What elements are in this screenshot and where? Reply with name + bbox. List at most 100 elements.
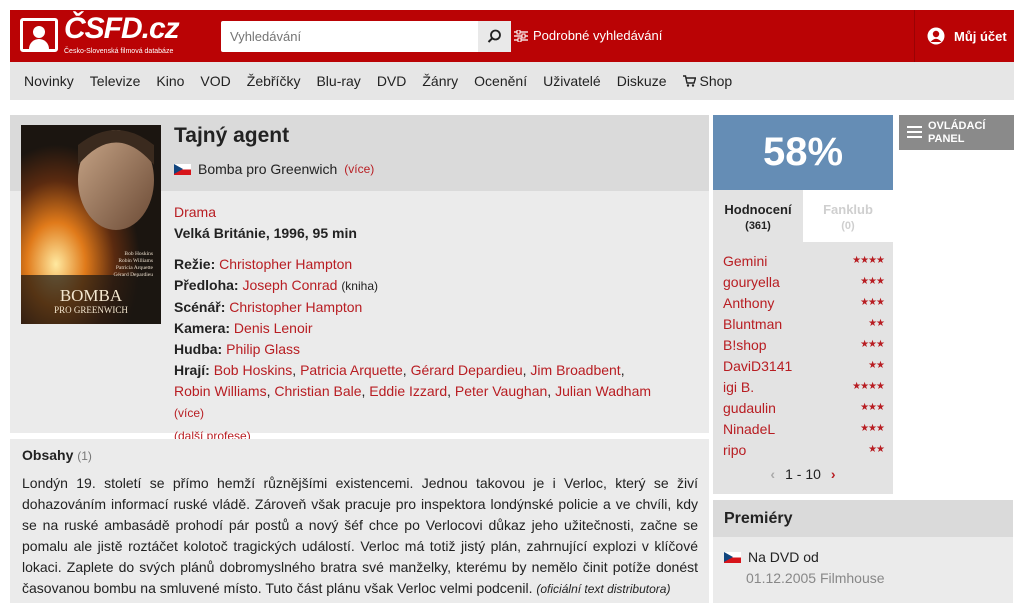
nav-item-kino[interactable]: Kino xyxy=(156,73,184,89)
nav-item-vod[interactable]: VOD xyxy=(200,73,230,89)
user-rating-row: Bluntman ★★ xyxy=(713,313,893,334)
user-link[interactable]: gudaulin xyxy=(723,400,776,416)
user-link[interactable]: B!shop xyxy=(723,337,767,353)
user-link[interactable]: Gemini xyxy=(723,253,767,269)
site-logo[interactable]: ČSFD.cz Česko-Slovenská filmová databáze xyxy=(20,12,195,56)
user-icon xyxy=(927,27,945,45)
music-link[interactable]: Philip Glass xyxy=(226,341,300,357)
user-rating-row: ripo ★★ xyxy=(713,439,893,460)
nav-item-shop[interactable]: Shop xyxy=(682,73,732,89)
writer-link[interactable]: Christopher Hampton xyxy=(229,299,362,315)
nav-item-dvd[interactable]: DVD xyxy=(377,73,407,89)
premiere-detail: 01.12.2005 Filmhouse xyxy=(746,570,885,586)
poster-title: BOMBA xyxy=(60,286,123,305)
account-button[interactable]: Můj účet xyxy=(914,10,1014,62)
user-link[interactable]: ripo xyxy=(723,442,746,458)
creators: Režie: Christopher Hampton Předloha: Jos… xyxy=(174,256,652,443)
rating-stars-icon: ★★★★ xyxy=(852,381,885,392)
main-nav: Novinky Televize Kino VOD Žebříčky Blu-r… xyxy=(10,62,1014,100)
plot-count: (1) xyxy=(77,449,92,463)
rating-percent: 58% xyxy=(713,115,893,190)
cast-link[interactable]: Gérard Depardieu xyxy=(411,362,523,378)
nav-item-zebricky[interactable]: Žebříčky xyxy=(247,73,301,89)
top-bar: ČSFD.cz Česko-Slovenská filmová databáze… xyxy=(10,10,1014,62)
plot-source: (oficiální text distributora) xyxy=(536,582,671,596)
source-link[interactable]: Joseph Conrad xyxy=(242,277,337,293)
user-link[interactable]: Bluntman xyxy=(723,316,782,332)
sliders-icon xyxy=(514,29,528,42)
nav-item-bluray[interactable]: Blu-ray xyxy=(316,73,360,89)
rating-stars-icon: ★★ xyxy=(868,360,885,371)
rating-stars-icon: ★★ xyxy=(868,444,885,455)
alt-title-row: Bomba pro Greenwich (více) xyxy=(174,161,374,177)
cast-link[interactable]: Robin Williams xyxy=(174,383,267,399)
film-poster[interactable]: Bob Hoskins Robin Williams Patricia Arquet… xyxy=(21,125,161,324)
rating-stars-icon: ★★★ xyxy=(860,423,885,434)
user-rating-row: gudaulin ★★★ xyxy=(713,397,893,418)
nav-item-televize[interactable]: Televize xyxy=(90,73,141,89)
control-panel-button[interactable]: OVLÁDACÍ PANEL xyxy=(899,115,1014,150)
user-link[interactable]: gouryella xyxy=(723,274,780,290)
pager-range: 1 - 10 xyxy=(785,466,821,482)
logo-text: ČSFD.cz xyxy=(64,12,180,45)
poster-image: Bob Hoskins Robin Williams Patricia Arquet… xyxy=(21,125,161,324)
poster-credit: Gérard Depardieu xyxy=(113,272,153,278)
user-rating-row: DaviD3141 ★★ xyxy=(713,355,893,376)
writer-label: Scénář: xyxy=(174,299,226,315)
user-rating-row: Anthony ★★★ xyxy=(713,292,893,313)
user-ratings-list: Gemini ★★★★ gouryella ★★★ Anthony ★★★ Bluntman… xyxy=(713,242,893,494)
plot-title: Obsahy (1) xyxy=(22,447,92,463)
camera-label: Kamera: xyxy=(174,320,231,336)
chevron-right-icon[interactable]: › xyxy=(831,466,836,482)
user-link[interactable]: Anthony xyxy=(723,295,774,311)
cast-link[interactable]: Jim Broadbent xyxy=(530,362,620,378)
nav-item-zanry[interactable]: Žánry xyxy=(422,73,458,89)
cast-link[interactable]: Bob Hoskins xyxy=(214,362,293,378)
user-link[interactable]: NinadeL xyxy=(723,421,775,437)
rating-stars-icon: ★★★ xyxy=(860,297,885,308)
cast-label: Hrají: xyxy=(174,362,210,378)
nav-item-oceneni[interactable]: Ocenění xyxy=(474,73,527,89)
chevron-left-icon[interactable]: ‹ xyxy=(770,466,775,482)
cast-more-link[interactable]: (více) xyxy=(174,406,204,420)
alt-title-more-link[interactable]: (více) xyxy=(344,162,374,176)
tab-ratings-label: Hodnocení xyxy=(724,202,792,217)
tab-fanclub-label: Fanklub xyxy=(823,202,873,217)
user-link[interactable]: igi B. xyxy=(723,379,754,395)
nav-item-uzivatele[interactable]: Uživatelé xyxy=(543,73,601,89)
director-link[interactable]: Christopher Hampton xyxy=(219,256,352,272)
tab-fanclub[interactable]: Fanklub (0) xyxy=(803,190,893,242)
plot-text: Londýn 19. století se přímo hemží různěj… xyxy=(22,473,698,600)
cast-link[interactable]: Christian Bale xyxy=(274,383,361,399)
poster-credit: Robin Williams xyxy=(118,258,153,264)
premiere-item: Na DVD od xyxy=(724,549,819,565)
search-input[interactable] xyxy=(221,21,469,52)
rating-tabs: Hodnocení (361) Fanklub (0) xyxy=(713,190,893,242)
czech-flag-icon xyxy=(174,163,191,175)
nav-item-novinky[interactable]: Novinky xyxy=(24,73,74,89)
rating-stars-icon: ★★★ xyxy=(860,339,885,350)
genre-link[interactable]: Drama xyxy=(174,204,216,220)
advanced-search-link[interactable]: Podrobné vyhledávání xyxy=(514,28,662,43)
cast-link[interactable]: Eddie Izzard xyxy=(369,383,447,399)
rating-stars-icon: ★★★ xyxy=(860,276,885,287)
plot-title-text: Obsahy xyxy=(22,447,74,463)
control-panel-label: OVLÁDACÍ PANEL xyxy=(928,120,986,145)
cast-link[interactable]: Julian Wadham xyxy=(555,383,651,399)
user-rating-row: Gemini ★★★★ xyxy=(713,250,893,271)
camera-link[interactable]: Denis Lenoir xyxy=(234,320,313,336)
search-button[interactable] xyxy=(478,21,511,52)
cast-link[interactable]: Patricia Arquette xyxy=(300,362,403,378)
nav-item-diskuze[interactable]: Diskuze xyxy=(617,73,667,89)
tab-fanclub-count: (0) xyxy=(841,220,855,232)
poster-credit: Patricia Arquette xyxy=(116,265,154,271)
user-rating-row: gouryella ★★★ xyxy=(713,271,893,292)
film-origin: Velká Británie, 1996, 95 min xyxy=(174,225,357,241)
rating-stars-icon: ★★★★ xyxy=(852,255,885,266)
director-label: Režie: xyxy=(174,256,216,272)
tab-ratings[interactable]: Hodnocení (361) xyxy=(713,190,803,242)
ratings-pager: ‹ 1 - 10 › xyxy=(713,466,893,482)
user-link[interactable]: DaviD3141 xyxy=(723,358,792,374)
search-box xyxy=(221,21,511,52)
cast-link[interactable]: Peter Vaughan xyxy=(455,383,547,399)
